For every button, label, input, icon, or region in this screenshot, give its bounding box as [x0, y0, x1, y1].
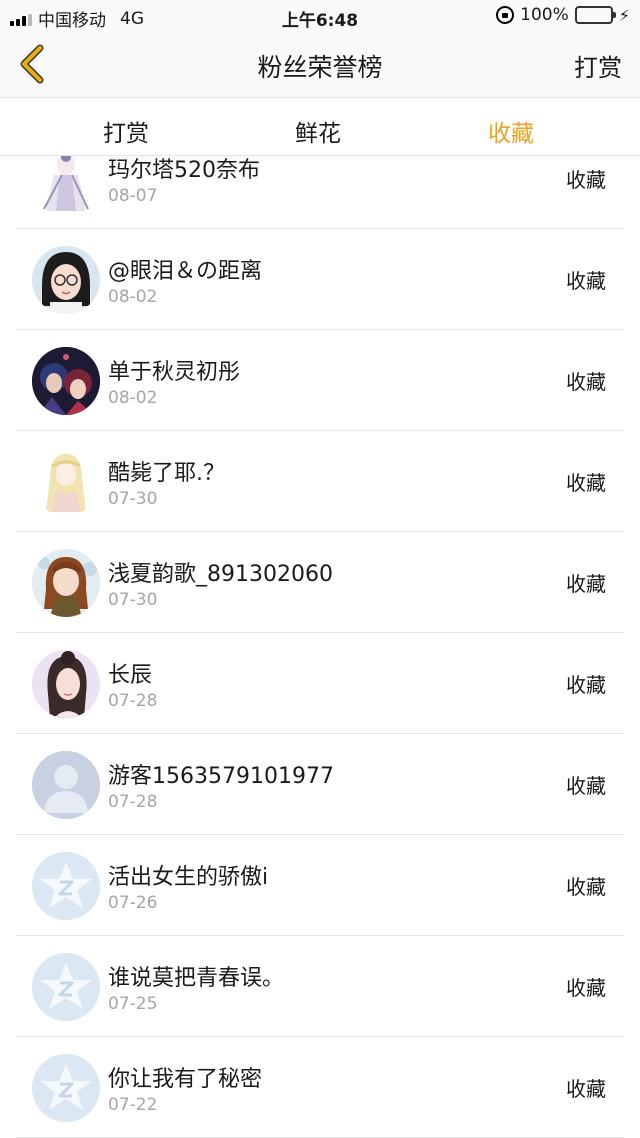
charging-icon: ⚡ [618, 5, 630, 25]
reward-button[interactable]: 打赏 [574, 48, 622, 83]
battery-icon [574, 6, 616, 24]
fan-date: 07-25 [108, 994, 158, 1014]
battery-percent: 100% [520, 5, 569, 25]
girl-glasses-avatar-icon [32, 246, 100, 314]
favorite-action[interactable]: 收藏 [566, 871, 606, 900]
fan-date: 07-28 [108, 792, 158, 812]
favorite-action[interactable]: 收藏 [566, 467, 606, 496]
favorite-action[interactable]: 收藏 [566, 972, 606, 1001]
list-item[interactable]: 游客1563579101977 07-28 收藏 [0, 734, 640, 835]
favorite-action[interactable]: 收藏 [566, 1073, 606, 1102]
avatar [32, 1054, 100, 1122]
fan-name: 酷毙了耶.？ [108, 461, 225, 486]
page-title: 粉丝荣誉榜 [257, 53, 383, 82]
list-item[interactable]: 谁说莫把青春误。 07-25 收藏 [0, 936, 640, 1037]
fan-name: 长辰 [108, 663, 153, 688]
fan-date: 07-30 [108, 489, 158, 509]
default-person-icon [32, 751, 100, 819]
tab-bar: 打赏 鲜花 收藏 [0, 99, 640, 156]
list-item[interactable]: 浅夏韵歌_891302060 07-30 收藏 [0, 532, 640, 633]
fan-name: 活出女生的骄傲i [108, 865, 269, 890]
fan-date: 07-28 [108, 691, 158, 711]
rotation-lock-icon [496, 6, 515, 24]
tab-flowers[interactable]: 鲜花 [295, 114, 341, 148]
avatar [32, 246, 100, 314]
list-item[interactable]: @眼泪＆の距离 08-02 收藏 [0, 229, 640, 330]
list-item[interactable]: 长辰 07-28 收藏 [0, 633, 640, 734]
list-item[interactable]: 酷毙了耶.？ 07-30 收藏 [0, 431, 640, 532]
fan-name: @眼泪＆の距离 [108, 259, 263, 284]
avatar [32, 852, 100, 920]
fan-name: 游客1563579101977 [108, 764, 334, 789]
fan-date: 07-30 [108, 590, 158, 610]
fan-name: 你让我有了秘密 [108, 1067, 263, 1092]
anime-pair-avatar-icon [32, 347, 100, 415]
list-item[interactable]: 你让我有了秘密 07-22 收藏 [0, 1037, 640, 1138]
anime-blonde-avatar-icon [46, 454, 86, 512]
avatar [32, 156, 100, 213]
fan-name: 玛尔塔520奈布 [108, 158, 260, 183]
avatar [32, 751, 100, 819]
default-star-icon [32, 852, 100, 920]
avatar [32, 953, 100, 1021]
girl-portrait-avatar-icon [32, 650, 100, 718]
avatar [32, 549, 100, 617]
favorite-action[interactable]: 收藏 [566, 568, 606, 597]
list-item[interactable]: 玛尔塔520奈布 08-07 收藏 [0, 156, 640, 229]
nav-header: 粉丝荣誉榜 打赏 [0, 32, 640, 98]
status-right: 100% ⚡ [496, 5, 630, 25]
default-star-icon [32, 1054, 100, 1122]
anime-brown-hair-avatar-icon [32, 549, 100, 617]
favorite-action[interactable]: 收藏 [566, 770, 606, 799]
tab-reward[interactable]: 打赏 [103, 114, 149, 148]
status-bar: 中国移动 4G 上午6:48 100% ⚡ [0, 0, 640, 32]
anime-girl-avatar-icon [43, 156, 89, 211]
default-star-icon [32, 953, 100, 1021]
favorite-action[interactable]: 收藏 [566, 366, 606, 395]
favorite-action[interactable]: 收藏 [566, 669, 606, 698]
fan-date: 08-02 [108, 388, 158, 408]
fan-date: 07-22 [108, 1095, 158, 1115]
fan-name: 谁说莫把青春误。 [108, 966, 285, 991]
favorite-action[interactable]: 收藏 [566, 265, 606, 294]
avatar [32, 448, 100, 516]
favorite-action[interactable]: 收藏 [566, 164, 606, 193]
fan-date: 08-02 [108, 287, 158, 307]
fan-date: 08-07 [108, 186, 158, 206]
tab-favorites[interactable]: 收藏 [488, 114, 534, 148]
list-item[interactable]: 单于秋灵初彤 08-02 收藏 [0, 330, 640, 431]
fan-date: 07-26 [108, 893, 158, 913]
avatar [32, 347, 100, 415]
avatar [32, 650, 100, 718]
fan-name: 浅夏韵歌_891302060 [108, 562, 333, 587]
fan-name: 单于秋灵初彤 [108, 360, 241, 385]
fan-list: 玛尔塔520奈布 08-07 收藏 @眼泪＆の距离 08-02 收藏 单于秋灵初… [0, 156, 640, 1138]
list-item[interactable]: 活出女生的骄傲i 07-26 收藏 [0, 835, 640, 936]
